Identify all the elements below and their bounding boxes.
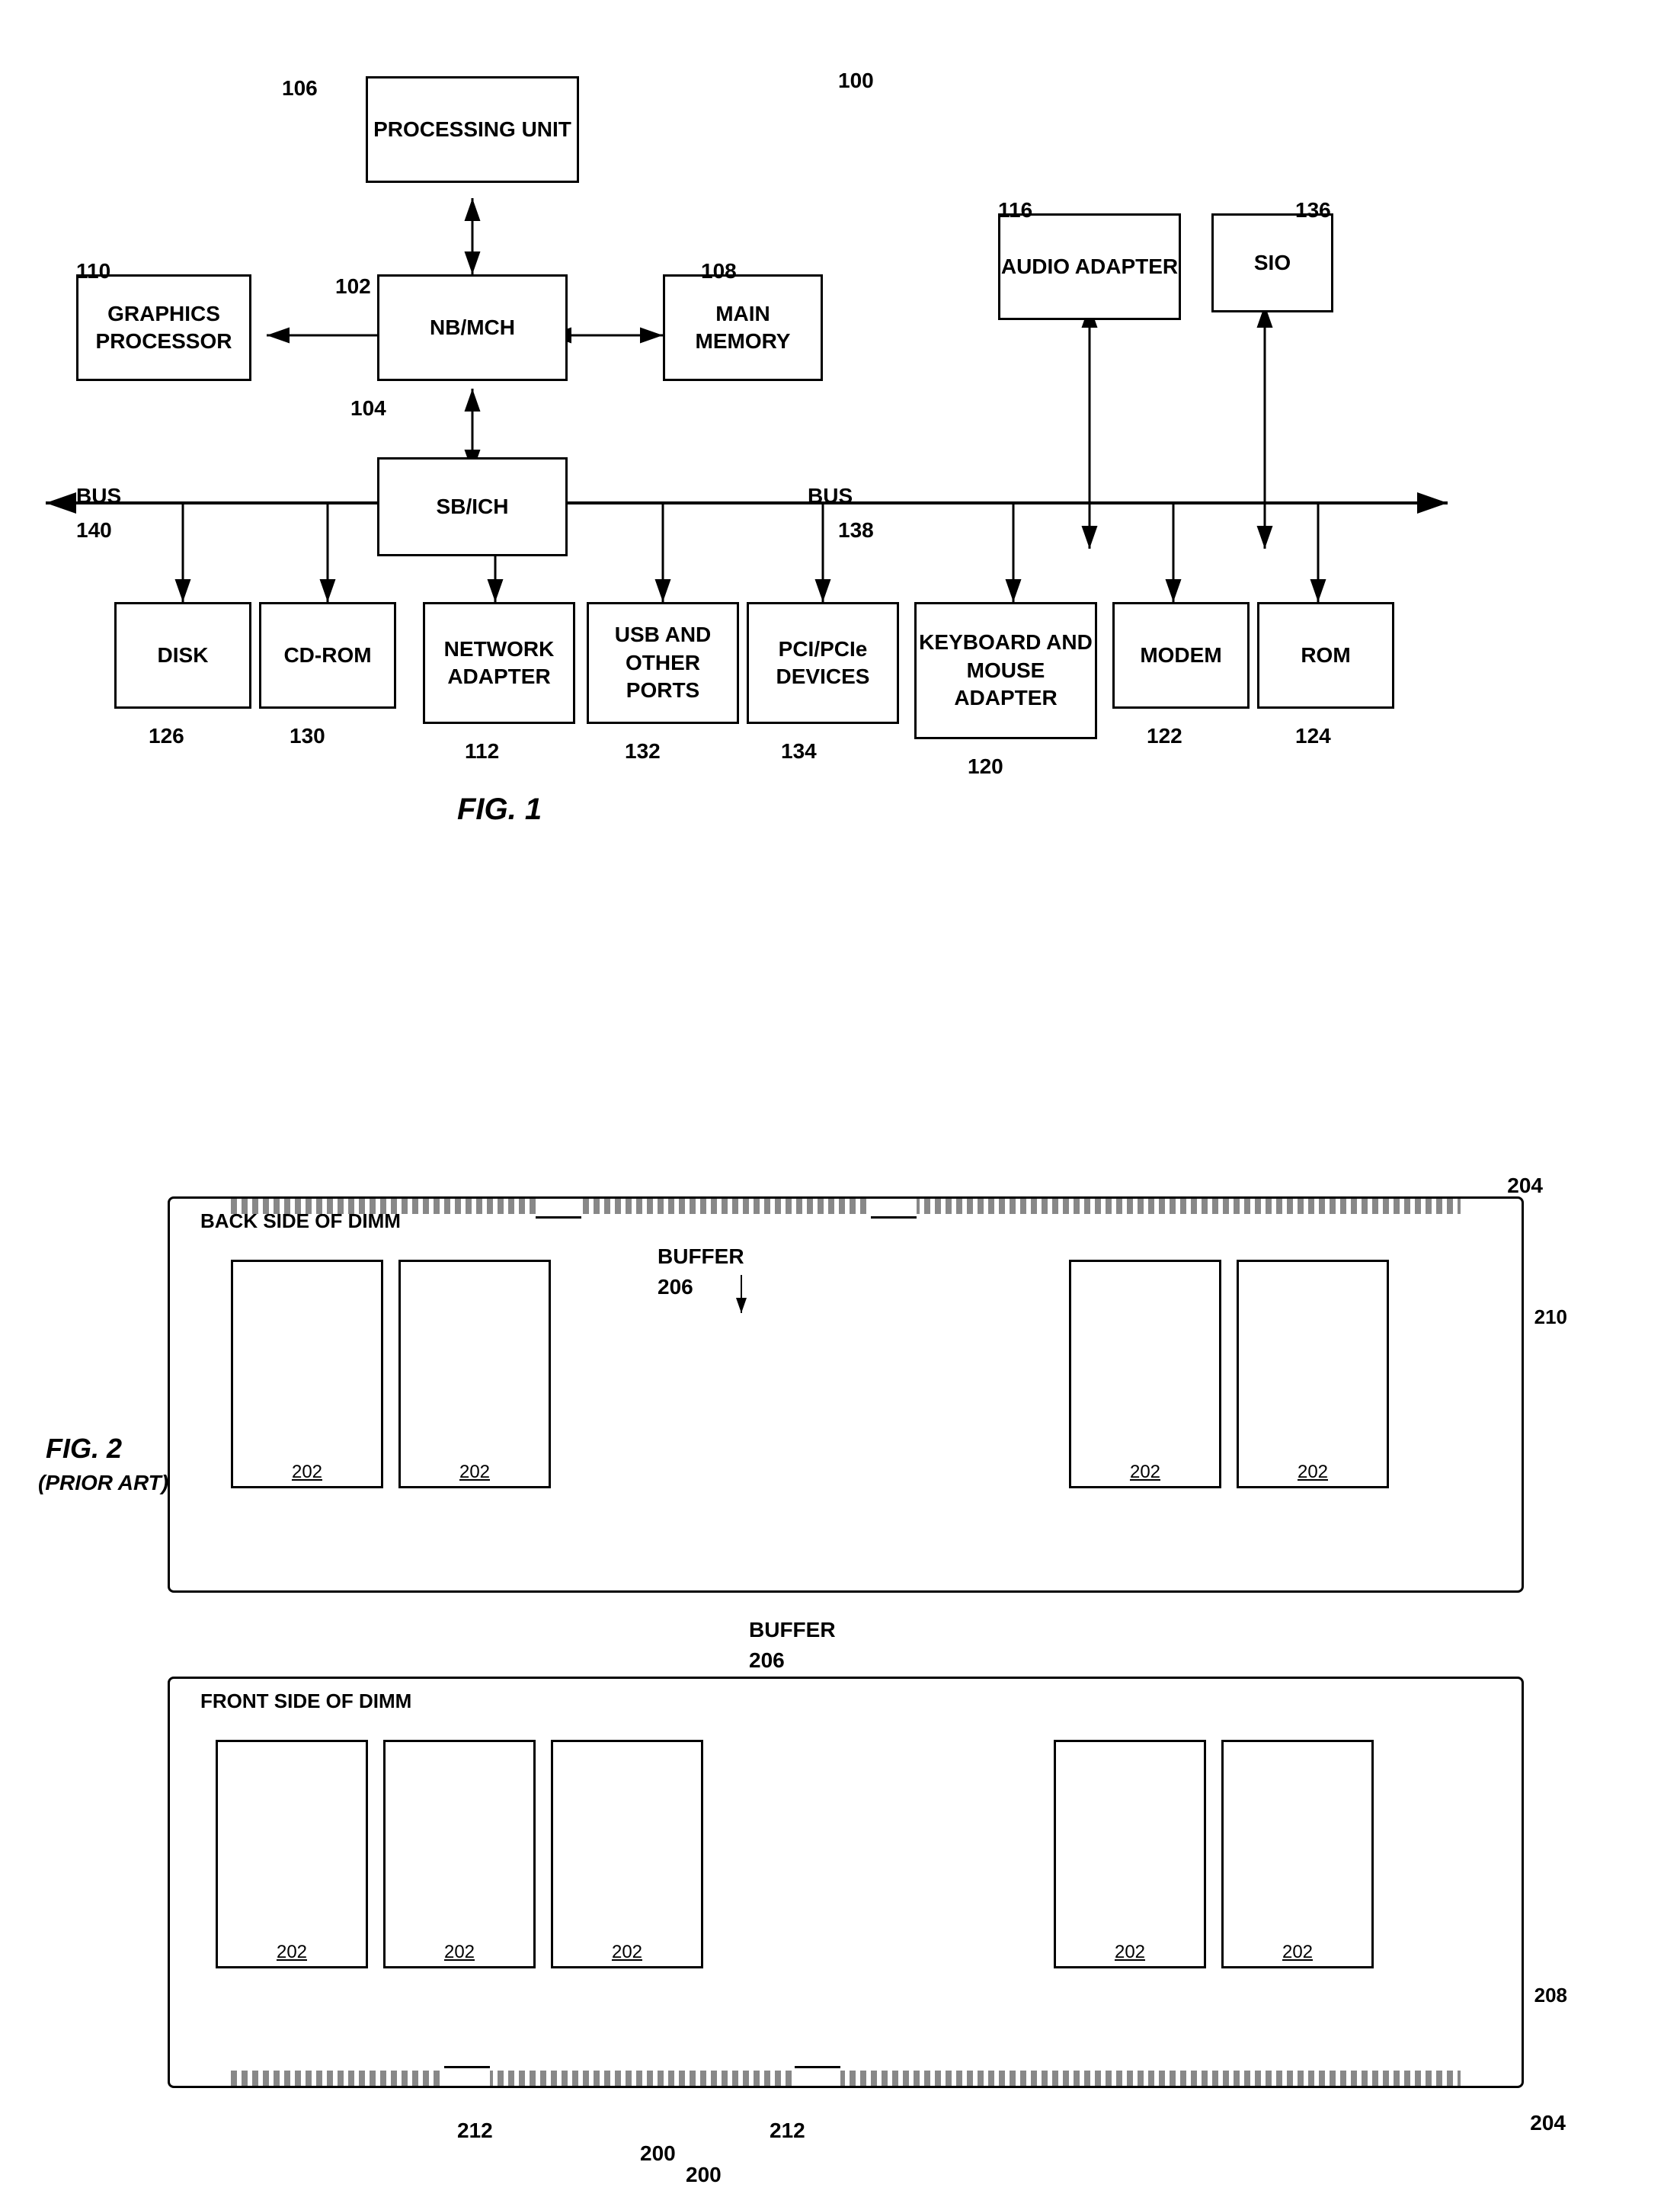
modem-box: MODEM	[1112, 602, 1250, 709]
main-memory-box: MAIN MEMORY	[663, 274, 823, 381]
ref-102: 102	[335, 274, 371, 299]
ref-126: 126	[149, 724, 184, 748]
back-chip-4: 202	[1237, 1260, 1389, 1488]
ref-134: 134	[781, 739, 817, 764]
bus-label-left: BUS	[76, 484, 121, 508]
front-chip-3: 202	[551, 1740, 703, 1968]
graphics-processor-box: GRAPHICS PROCESSOR	[76, 274, 251, 381]
back-chip-1: 202	[231, 1260, 383, 1488]
front-chip-5: 202	[1221, 1740, 1374, 1968]
ref-112: 112	[465, 739, 499, 764]
front-buffer-ref: 206	[749, 1648, 785, 1673]
front-chip-1: 202	[216, 1740, 368, 1968]
ref-200: 200	[686, 2163, 722, 2187]
ref-212-2: 212	[770, 2119, 805, 2143]
ref-110: 110	[76, 259, 110, 283]
sio-box: SIO	[1211, 213, 1333, 312]
disk-box: DISK	[114, 602, 251, 709]
nb-mch-box: NB/MCH	[377, 274, 568, 381]
front-chip-4: 202	[1054, 1740, 1206, 1968]
fig1-wrapper: 100 PROCESSING UNIT 106 NB/MCH 102 MAIN …	[0, 30, 1680, 1097]
ref-108: 108	[701, 259, 737, 283]
fig2-wrapper: FIG. 2 (PRIOR ART) 200 BACK SIDE OF DIMM…	[0, 1128, 1680, 2210]
front-side-label: FRONT SIDE OF DIMM	[200, 1690, 411, 1713]
fig1-title: FIG. 1	[457, 793, 542, 827]
ref-104: 104	[350, 396, 386, 421]
front-buffer-label: BUFFER	[749, 1618, 836, 1642]
bus-label-right: BUS	[808, 484, 853, 508]
sb-ich-box: SB/ICH	[377, 457, 568, 556]
ref-208: 208	[1534, 1984, 1567, 2007]
back-notch-1	[536, 1199, 581, 1219]
fig2-title: FIG. 2	[46, 1433, 122, 1465]
ref-210: 210	[1534, 1305, 1567, 1329]
back-chip-3: 202	[1069, 1260, 1221, 1488]
fig2-subtitle: (PRIOR ART)	[38, 1471, 168, 1495]
back-notch-2	[871, 1199, 917, 1219]
ref-124: 124	[1295, 724, 1331, 748]
ref-120: 120	[968, 754, 1003, 779]
front-notch-2	[795, 2066, 840, 2086]
audio-adapter-box: AUDIO ADAPTER	[998, 213, 1181, 320]
diagram-container: 100 PROCESSING UNIT 106 NB/MCH 102 MAIN …	[0, 0, 1680, 2208]
ref-106: 106	[282, 76, 318, 101]
back-dimm-outer: BACK SIDE OF DIMM 210 202 202 BUFFER 206…	[168, 1196, 1524, 1593]
ref-140: 140	[76, 518, 112, 543]
back-buffer-arrow	[627, 1260, 779, 1321]
ref-204-bot: 204	[1530, 2111, 1566, 2135]
ref-204-top: 204	[1507, 1174, 1543, 1198]
back-connector-strip	[231, 1199, 1461, 1214]
front-dimm-outer: FRONT SIDE OF DIMM BUFFER 206 202 202 20…	[168, 1677, 1524, 2088]
ref-136: 136	[1295, 198, 1331, 223]
pci-devices-box: PCI/PCIe DEVICES	[747, 602, 899, 724]
ref-212-1: 212	[457, 2119, 493, 2143]
ref-200-label: 200	[640, 2141, 676, 2166]
network-adapter-box: NETWORK ADAPTER	[423, 602, 575, 724]
front-notch-1	[444, 2066, 490, 2086]
front-connector-strip	[231, 2071, 1461, 2086]
front-chip-2: 202	[383, 1740, 536, 1968]
processing-unit-box: PROCESSING UNIT	[366, 76, 579, 183]
ref-130: 130	[290, 724, 325, 748]
ref-138: 138	[838, 518, 874, 543]
ref-122: 122	[1147, 724, 1182, 748]
cd-rom-box: CD-ROM	[259, 602, 396, 709]
usb-ports-box: USB AND OTHER PORTS	[587, 602, 739, 724]
ref-100: 100	[838, 69, 874, 93]
keyboard-mouse-box: KEYBOARD AND MOUSE ADAPTER	[914, 602, 1097, 739]
ref-116: 116	[998, 198, 1032, 223]
back-chip-2: 202	[398, 1260, 551, 1488]
rom-box: ROM	[1257, 602, 1394, 709]
ref-132: 132	[625, 739, 661, 764]
